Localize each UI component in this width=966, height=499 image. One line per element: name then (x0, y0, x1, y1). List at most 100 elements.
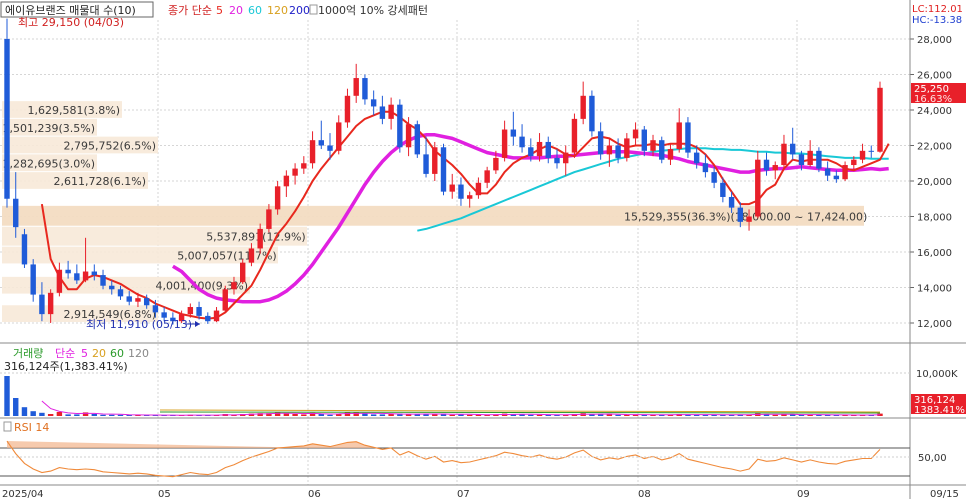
candle-body (737, 207, 744, 222)
volume-header: 거래량 단순 5 20 60 120 316,124주(1,383.41%) (4, 347, 149, 373)
x-tick-label: 08 (638, 489, 651, 499)
candle-body (309, 140, 316, 164)
volume-bar (536, 414, 543, 416)
candle-body (763, 159, 770, 171)
high-annotation: 최고 29,150 (04/03) (18, 16, 124, 29)
hc-value: HC:-13.38 (912, 15, 962, 26)
candle-body (650, 140, 656, 151)
candle-body (344, 95, 351, 123)
candle-body (466, 195, 473, 199)
volume-bar (301, 414, 307, 416)
volume-bar (379, 414, 386, 416)
lc-value: LC:112.01 (912, 4, 963, 15)
volume-profile-label: 1,629,581(3.8%) (28, 104, 121, 117)
volume-profile-label: 5,007,057(11.7%) (177, 250, 277, 263)
volume-bar (615, 414, 621, 416)
volume-title: 거래량 (13, 347, 43, 360)
candle-body (274, 186, 281, 210)
x-tick-label: 09/15 (930, 489, 959, 499)
candle-body (824, 168, 831, 176)
candle-body (501, 129, 508, 158)
volume-bar (327, 414, 333, 416)
candle-body (213, 310, 220, 322)
volume-bar (388, 414, 394, 416)
candle-body (772, 165, 778, 171)
candle-body (632, 129, 639, 139)
ma-legend-label: 종가 단순 (168, 4, 212, 17)
rsi-y-tick: 50,00 (918, 453, 947, 464)
candle-body (353, 78, 359, 96)
candle-body (161, 312, 167, 318)
candle-body (868, 150, 874, 152)
candle-body (458, 184, 464, 199)
candle-body (571, 118, 578, 153)
candle-body (528, 147, 534, 157)
candle-body (807, 150, 813, 166)
volume-bar (65, 414, 71, 416)
volume-bars (4, 376, 883, 416)
volume-bar (39, 412, 45, 416)
volume-bar (466, 414, 473, 416)
candle-body (676, 122, 682, 150)
candle-body (13, 198, 19, 228)
candle-body (292, 168, 298, 176)
candle-body (493, 157, 499, 171)
volume-bar (283, 413, 290, 416)
candle-body (397, 104, 403, 148)
volume-bar (47, 414, 54, 416)
volume-bar (74, 414, 80, 416)
volume-current: 316,124주(1,383.41%) (4, 360, 128, 373)
rsi-checkbox[interactable] (3, 421, 12, 432)
candle-body (580, 95, 586, 119)
price-tick-label: 12,000 (917, 319, 952, 330)
candle-body (606, 145, 613, 155)
candle-body (109, 285, 115, 290)
volume-bar (528, 414, 534, 416)
candle-body (82, 271, 89, 281)
volume-bar (13, 398, 19, 416)
volume-profile-label: 5,537,891(12.9%) (206, 231, 306, 244)
candle-body (711, 172, 717, 183)
rsi-title: RSI 14 (14, 421, 49, 434)
low-annotation: 최저 11,910 (05/13) (86, 318, 192, 331)
volume-bar (597, 414, 604, 416)
candle-body (475, 182, 482, 196)
volume-bar (414, 414, 421, 416)
candle-body (257, 228, 263, 249)
candle-body (143, 298, 150, 306)
candle-body (152, 305, 159, 313)
candle-body (728, 196, 735, 208)
candle-body (39, 294, 45, 315)
current-change: 16.63% (914, 94, 952, 105)
candle-body (423, 154, 429, 174)
volume-bar (21, 407, 28, 416)
candle-body (545, 141, 551, 158)
candle-body (240, 262, 246, 283)
volume-bar (56, 412, 63, 416)
candle-body (659, 140, 665, 160)
candle-body (327, 145, 333, 151)
volume-bar (109, 414, 115, 416)
rsi-line (0, 440, 910, 478)
candle-body (301, 163, 307, 169)
price-tick-label: 26,000 (917, 71, 952, 82)
candle-body (187, 307, 194, 315)
candle-body (615, 145, 621, 158)
volume-profile-label: 1,501,239(3.5%) (3, 122, 96, 135)
candle-body (842, 165, 848, 180)
price-tick-label: 18,000 (917, 213, 952, 224)
candle-body (336, 122, 342, 151)
candle-body (536, 141, 543, 157)
price-tick-label: 28,000 (917, 35, 952, 46)
volume-bar (117, 414, 124, 416)
candle-body (65, 269, 71, 274)
volume-profile-label: 2,611,728(6.1%) (54, 175, 147, 188)
candle-body (318, 140, 324, 146)
candle-body (851, 159, 857, 166)
candle-body (47, 292, 54, 315)
candle-body (30, 264, 36, 295)
volume-bar (4, 376, 10, 416)
volume-profile-label: 15,529,355(36.3%)(18,000.00 ~ 17,424.00) (624, 210, 867, 223)
x-tick-label: 09 (797, 489, 810, 499)
candle-body (231, 282, 237, 290)
